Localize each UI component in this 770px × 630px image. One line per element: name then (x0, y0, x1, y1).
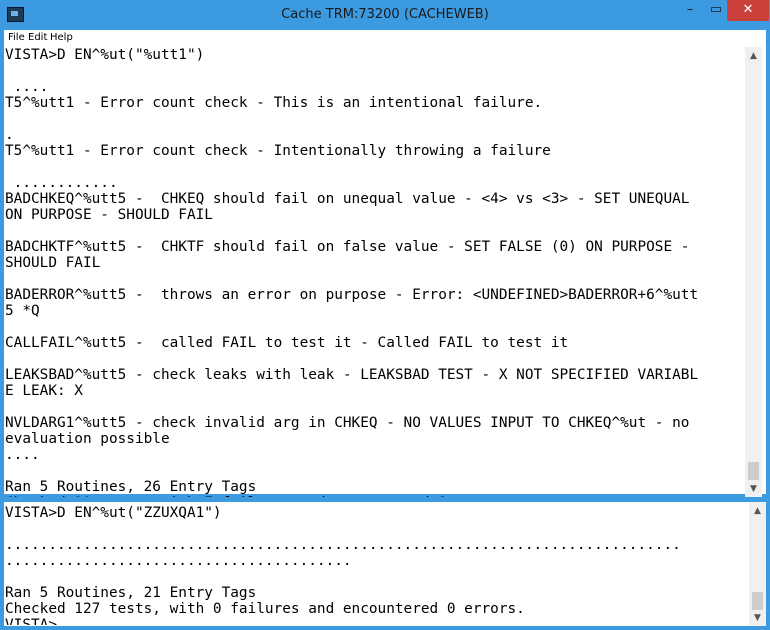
terminal-line: ........................................… (5, 537, 681, 553)
terminal-line: VISTA>D EN^%ut("%utt1") (5, 47, 205, 63)
maximize-button[interactable]: ▭ (703, 0, 729, 21)
menu-help[interactable]: Help (50, 32, 73, 43)
scroll-thumb[interactable] (748, 462, 759, 480)
menu-bar: File Edit Help (4, 30, 766, 47)
terminal-line: Checked 29 tests, with 7 failures and en… (5, 495, 740, 497)
terminal-line: BADCHKEQ^%utt5 - CHKEQ should fail on un… (5, 191, 690, 207)
terminal-line: SHOULD FAIL (5, 255, 101, 271)
scroll-down-icon[interactable]: ▼ (749, 611, 766, 625)
lower-scrollbar[interactable]: ▲ ▼ (749, 502, 766, 626)
close-button[interactable]: ✕ (727, 0, 769, 21)
menu-edit[interactable]: Edit (28, 32, 47, 43)
terminal-line: BADCHKTF^%utt5 - CHKTF should fail on fa… (5, 239, 690, 255)
terminal-line: T5^%utt1 - Error count check - This is a… (5, 95, 543, 111)
terminal-line: LEAKSBAD^%utt5 - check leaks with leak -… (5, 367, 699, 383)
window-title: Cache TRM:73200 (CACHEWEB) (281, 7, 489, 22)
scroll-up-icon[interactable]: ▲ (745, 49, 762, 63)
terminal-line: Checked 127 tests, with 0 failures and e… (5, 601, 525, 617)
terminal-line: CALLFAIL^%utt5 - called FAIL to test it … (5, 335, 569, 351)
terminal-line: .... (5, 447, 40, 463)
terminal-line: T5^%utt1 - Error count check - Intention… (5, 143, 551, 159)
terminal-line: .... (5, 79, 49, 95)
terminal-output-upper[interactable]: VISTA>D EN^%ut("%utt1") .... T5^%utt1 - E… (5, 47, 740, 497)
terminal-line: E LEAK: X (5, 383, 83, 399)
minimize-button[interactable]: – (677, 0, 703, 21)
terminal-line: BADERROR^%utt5 - throws an error on purp… (5, 287, 699, 303)
title-bar[interactable]: Cache TRM:73200 (CACHEWEB) – ▭ ✕ (0, 0, 770, 30)
scroll-up-icon[interactable]: ▲ (749, 504, 766, 518)
scroll-down-icon[interactable]: ▼ (745, 482, 762, 496)
menu-file[interactable]: File (8, 32, 25, 43)
terminal-line: evaluation possible (5, 431, 170, 447)
terminal-output-lower[interactable]: VISTA>D EN^%ut("ZZUXQA1")...............… (5, 505, 750, 625)
terminal-line: . (5, 127, 14, 143)
terminal-line: ............ (5, 175, 118, 191)
terminal-line: Ran 5 Routines, 26 Entry Tags (5, 479, 257, 495)
terminal-line: Ran 5 Routines, 21 Entry Tags (5, 585, 257, 601)
terminal-line: ON PURPOSE - SHOULD FAIL (5, 207, 213, 223)
scroll-thumb[interactable] (752, 592, 763, 610)
upper-scrollbar[interactable]: ▲ ▼ (745, 47, 762, 497)
terminal-line: VISTA>D EN^%ut("ZZUXQA1") (5, 505, 222, 521)
terminal-line: VISTA> (5, 617, 57, 625)
terminal-line: ........................................ (5, 553, 352, 569)
terminal-line: 5 *Q (5, 303, 40, 319)
terminal-line: NVLDARG1^%utt5 - check invalid arg in CH… (5, 415, 690, 431)
